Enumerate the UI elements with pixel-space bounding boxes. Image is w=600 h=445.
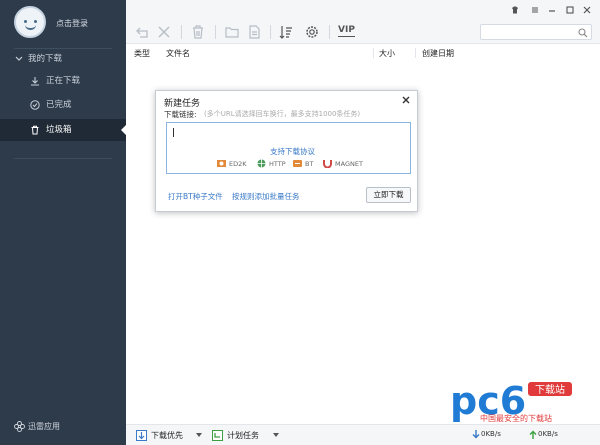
download-icon: [31, 77, 39, 86]
trash-icon[interactable]: [190, 24, 206, 40]
supported-protocols-title: 支持下载协议: [270, 147, 315, 156]
sidebar-group-my-downloads[interactable]: 我的下载: [0, 48, 126, 70]
settings-gear-icon[interactable]: [304, 24, 320, 40]
protocol-label: BT: [305, 160, 314, 168]
restore-icon[interactable]: [135, 24, 151, 40]
apps-flower-icon: [14, 421, 25, 432]
sidebar-divider: [14, 158, 112, 159]
protocol-label: MAGNET: [335, 160, 363, 168]
delete-icon[interactable]: [156, 24, 172, 40]
sidebar-item-trash[interactable]: 垃圾箱: [0, 119, 126, 141]
main-panel: VIP 类型 文件名 大小 创建日期 下载优先 计划任务 0KB/s 0KB/s: [126, 0, 600, 445]
close-icon[interactable]: [582, 5, 592, 15]
watermark-badge: 下载站: [535, 383, 565, 396]
scheduled-task-label: 计划任务: [227, 431, 259, 440]
toolbar-separator: [181, 25, 182, 39]
globe-icon: [257, 159, 266, 168]
arrow-down-icon: [472, 430, 480, 439]
sidebar-item-downloading[interactable]: 正在下载: [0, 70, 126, 92]
avatar-eye-icon: [24, 20, 27, 23]
download-speed-value: 0KB/s: [481, 430, 501, 438]
trash-icon: [31, 125, 39, 135]
file-icon[interactable]: [246, 24, 262, 40]
dialog-title: 新建任务: [164, 99, 201, 109]
search-input[interactable]: [480, 24, 592, 40]
column-header-created[interactable]: 创建日期: [422, 48, 454, 59]
download-link-hint: (多个URL请选择回车换行，最多支持1000条任务): [204, 110, 361, 118]
watermark-tagline: 中国最安全的下载站: [480, 414, 552, 423]
upload-speed-value: 0KB/s: [538, 430, 558, 438]
download-priority-icon: [136, 430, 147, 441]
sidebar-group-label: 我的下载: [28, 54, 63, 64]
menu-icon[interactable]: [530, 5, 540, 15]
magnet-icon: [323, 160, 332, 168]
open-bt-file-link[interactable]: 打开BT种子文件: [168, 191, 223, 202]
toolbar-separator: [329, 25, 330, 39]
download-priority-label: 下载优先: [151, 431, 183, 440]
check-circle-icon: [30, 100, 40, 110]
status-bar: 下载优先 计划任务 0KB/s 0KB/s: [126, 424, 600, 445]
sort-icon[interactable]: [278, 24, 294, 40]
avatar-mouth-icon: [25, 25, 36, 30]
maximize-icon[interactable]: [565, 5, 575, 15]
login-link[interactable]: 点击登录: [56, 18, 88, 29]
avatar-eye-icon: [34, 20, 37, 23]
chevron-down-icon: [196, 433, 202, 437]
column-separator: [415, 48, 416, 58]
minimize-icon[interactable]: [547, 5, 557, 15]
search-icon[interactable]: [578, 28, 588, 38]
ed2k-icon: [217, 160, 226, 167]
download-link-label: 下载链接:: [164, 110, 197, 119]
toolbar-separator: [215, 25, 216, 39]
new-task-dialog: 新建任务 下载链接: (多个URL请选择回车换行，最多支持1000条任务) 支持…: [155, 90, 418, 212]
download-link-textarea[interactable]: 支持下载协议 ED2K HTTP BT MAGNET: [166, 122, 411, 174]
chevron-down-icon: [273, 433, 279, 437]
vip-button[interactable]: VIP: [338, 25, 355, 37]
protocol-label: HTTP: [269, 160, 286, 168]
toolbar: VIP: [126, 0, 600, 44]
sidebar-item-label: 已完成: [46, 100, 72, 110]
sidebar-item-label: 垃圾箱: [46, 125, 72, 135]
bt-icon: [293, 160, 302, 167]
avatar[interactable]: [14, 6, 46, 38]
text-cursor: [173, 128, 174, 137]
toolbar-separator: [270, 25, 271, 39]
arrow-up-icon: [529, 430, 537, 439]
protocol-label: ED2K: [229, 160, 247, 168]
column-header-size[interactable]: 大小: [379, 48, 395, 59]
schedule-icon: [212, 430, 223, 441]
column-header-type[interactable]: 类型: [134, 48, 150, 59]
column-header-filename[interactable]: 文件名: [166, 48, 190, 59]
folder-icon[interactable]: [224, 24, 240, 40]
sidebar: 点击登录 我的下载 正在下载 已完成 垃圾箱 迅雷应用: [0, 0, 126, 445]
chevron-down-icon: [15, 56, 23, 61]
batch-task-link[interactable]: 按规则添加批量任务: [232, 191, 300, 202]
column-separator: [373, 48, 374, 58]
sidebar-item-completed[interactable]: 已完成: [0, 94, 126, 116]
close-icon[interactable]: [401, 95, 411, 105]
apps-label: 迅雷应用: [28, 422, 60, 431]
sidebar-item-label: 正在下载: [46, 76, 81, 86]
download-now-button[interactable]: 立即下载: [366, 187, 411, 203]
skin-icon[interactable]: [510, 5, 520, 15]
column-headers: 类型 文件名 大小 创建日期: [126, 46, 600, 60]
